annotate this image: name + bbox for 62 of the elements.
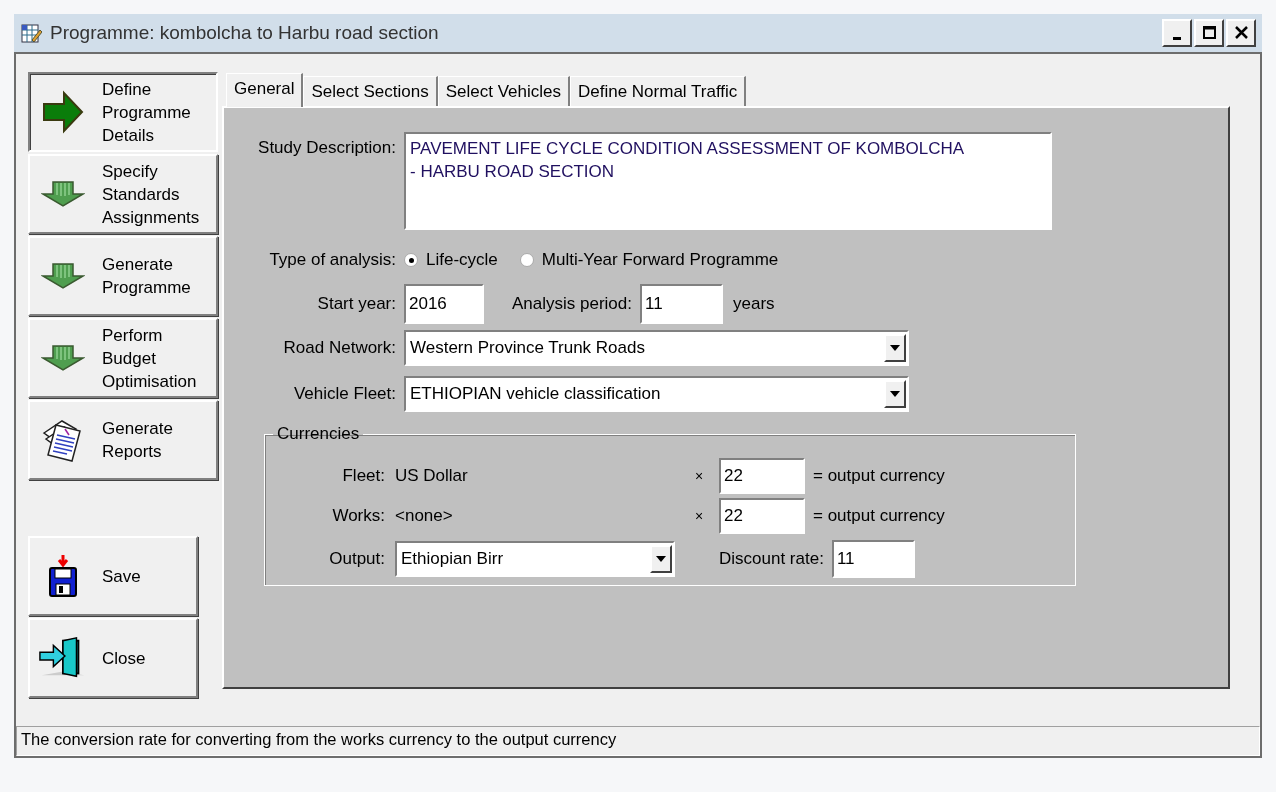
spreadsheet-icon (20, 22, 42, 44)
step-button[interactable]: Generate Programme (28, 236, 218, 316)
radio-button[interactable] (404, 253, 418, 267)
field-label: Output: (328, 549, 386, 569)
unit-label: years (733, 294, 775, 314)
field-label: Analysis period: (512, 294, 632, 314)
field-label: Vehicle Fleet: (292, 384, 397, 404)
arrow-down-icon (41, 180, 85, 208)
tab[interactable]: Select Vehicles (437, 76, 570, 106)
arrow-right-icon (41, 90, 85, 134)
road-network-dropdown[interactable]: Western Province Trunk Roads (404, 330, 909, 366)
status-bar: The conversion rate for converting from the works currency to the output currency (16, 726, 1260, 756)
caret-icon (890, 345, 900, 351)
radio-label: Multi-Year Forward Programme (541, 250, 779, 270)
multiply-sign: × (695, 508, 705, 524)
rate-suffix: = output currency (813, 506, 945, 526)
currency-name: US Dollar (395, 466, 469, 486)
currency-name: <none> (395, 506, 454, 526)
floppy-disk-icon (48, 554, 78, 598)
rate-suffix: = output currency (813, 466, 945, 486)
description-field[interactable]: PAVEMENT LIFE CYCLE CONDITION ASSESSMENT OF KOMBOLCHA - HARBU ROAD SECTION (404, 132, 1052, 230)
maximize-icon (1200, 25, 1218, 41)
discount-rate-field[interactable]: 11 (831, 540, 915, 578)
field-label: Road Network: (282, 338, 397, 358)
radio-button[interactable] (519, 253, 534, 267)
dropdown-value: Ethiopian Birr (401, 549, 505, 569)
tab[interactable]: General (226, 73, 304, 107)
dropdown-value: Western Province Trunk Roads (410, 338, 646, 358)
step-button[interactable]: Perform Budget Optimisation (28, 318, 218, 398)
rate-field[interactable]: 22 (719, 498, 805, 534)
window-title: Programme: kombolcha to Harbu road section (50, 22, 440, 44)
field-label: Study Description: (257, 137, 397, 158)
tab[interactable]: Select Sections (303, 76, 438, 106)
caret-icon (656, 556, 666, 562)
close-button[interactable]: Close (28, 618, 198, 698)
field-label: Discount rate: (719, 549, 824, 569)
rate-field[interactable]: 22 (719, 458, 805, 494)
arrow-down-icon (41, 262, 85, 290)
dropdown-value: ETHIOPIAN vehicle classification (410, 384, 662, 404)
step-button[interactable]: Specify Standards Assignments (28, 154, 218, 234)
field-label: Works: (331, 506, 386, 526)
group-title: Currencies (276, 424, 361, 444)
analysis-period-field[interactable]: 11 (640, 284, 723, 324)
tab[interactable]: Define Normal Traffic (569, 76, 747, 106)
start-year-field[interactable]: 2016 (404, 284, 484, 324)
multiply-sign: × (695, 468, 705, 484)
field-label: Start year: (316, 294, 397, 314)
vehicle-fleet-dropdown[interactable]: ETHIOPIAN vehicle classification (404, 376, 909, 412)
field-label: Type of analysis: (268, 250, 397, 270)
save-button[interactable]: Save (28, 536, 198, 616)
arrow-down-icon (41, 344, 85, 372)
step-button[interactable]: Define Programme Details (28, 72, 218, 152)
minimize-icon (1173, 37, 1181, 40)
radio-label: Life-cycle (426, 250, 498, 270)
caret-icon (890, 391, 900, 397)
close-icon (1232, 25, 1250, 41)
output-currency-dropdown[interactable]: Ethiopian Birr (395, 541, 675, 577)
field-label: Fleet: (341, 466, 386, 486)
step-button[interactable]: Generate Reports (28, 400, 218, 480)
close-button[interactable] (1226, 19, 1256, 47)
maximize-button[interactable] (1194, 19, 1224, 47)
minimize-button[interactable] (1162, 19, 1192, 47)
